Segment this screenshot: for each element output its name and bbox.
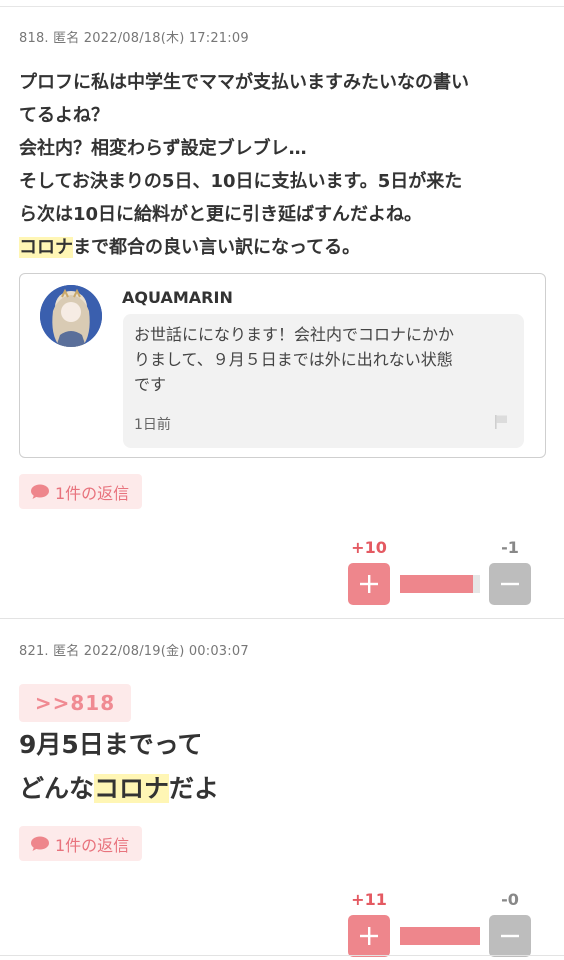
minus-icon [501, 934, 519, 938]
comment-line: 9月5日までって [19, 730, 203, 759]
comment-line: そしてお決まりの5日、10日に支払います。5日が来た [19, 171, 463, 192]
comment-line: 会社内？相変わらず設定ブレブレ… [19, 138, 307, 159]
quote-author-name: AQUAMARIN [122, 288, 233, 307]
comment-text: どんな [19, 774, 95, 803]
plus-icon [360, 575, 378, 593]
comment-meta: 821. 匿名 2022/08/19(金) 00:03:07 [19, 644, 249, 659]
quote-bubble: お世話にになります！会社内でコロナにかか りまして、９月５日までは外に出れない状… [123, 314, 524, 448]
plus-icon [360, 927, 378, 945]
avatar [40, 285, 102, 347]
plus-count: +11 [351, 890, 387, 909]
comment-line-rest: まで都合の良い言い訳になってる。 [73, 237, 361, 258]
comment-line: ら次は10日に給料がと更に引き延ばすんだよね。 [19, 204, 423, 225]
quote-line: です [134, 375, 167, 394]
minus-count: -1 [501, 538, 519, 557]
speech-bubble-icon [31, 484, 49, 499]
comment-line: どんなコロナだよ [19, 767, 219, 811]
vote-ratio-bar [400, 575, 480, 593]
top-divider [0, 6, 564, 7]
comment-body: プロフに私は中学生でママが支払いますみたいなの書い てるよね？ 会社内？相変わら… [19, 66, 549, 264]
plus-count: +10 [351, 538, 387, 557]
quoted-message-card[interactable]: AQUAMARIN お世話にになります！会社内でコロナにかか りまして、９月５日… [19, 273, 546, 458]
replies-label: 1件の返信 [55, 835, 130, 855]
comment-line: コロナまで都合の良い言い訳になってる。 [19, 231, 549, 264]
replies-label: 1件の返信 [55, 483, 130, 503]
highlight-keyword: コロナ [94, 774, 170, 803]
quote-line: お世話にになります！会社内でコロナにかか [134, 325, 455, 344]
vote-ratio-fill [400, 575, 473, 593]
comment-line: プロフに私は中学生でママが支払いますみたいなの書い [19, 72, 469, 93]
minus-vote-button[interactable] [489, 915, 531, 957]
quote-timestamp: 1日前 [134, 417, 171, 433]
quote-line: りまして、９月５日までは外に出れない状態 [134, 350, 453, 369]
bottom-divider [0, 955, 564, 956]
comment-divider [0, 618, 564, 619]
minus-icon [501, 582, 519, 586]
comment-line: てるよね？ [19, 105, 109, 126]
comment-meta: 818. 匿名 2022/08/18(木) 17:21:09 [19, 31, 249, 46]
plus-vote-button[interactable] [348, 563, 390, 605]
comment-text: だよ [169, 774, 220, 803]
replies-button[interactable]: 1件の返信 [19, 474, 143, 509]
minus-count: -0 [501, 890, 519, 909]
avatar-image [40, 285, 102, 347]
plus-vote-button[interactable] [348, 915, 390, 957]
highlight-keyword: コロナ [19, 237, 73, 258]
vote-ratio-bar [400, 927, 480, 945]
minus-vote-button[interactable] [489, 563, 531, 605]
quote-text: お世話にになります！会社内でコロナにかか りまして、９月５日までは外に出れない状… [134, 322, 519, 397]
replies-button[interactable]: 1件の返信 [19, 826, 143, 861]
speech-bubble-icon [31, 836, 49, 851]
reply-anchor-link[interactable]: >>818 [19, 684, 131, 722]
report-flag-icon[interactable] [493, 414, 509, 430]
vote-ratio-fill [400, 927, 480, 945]
